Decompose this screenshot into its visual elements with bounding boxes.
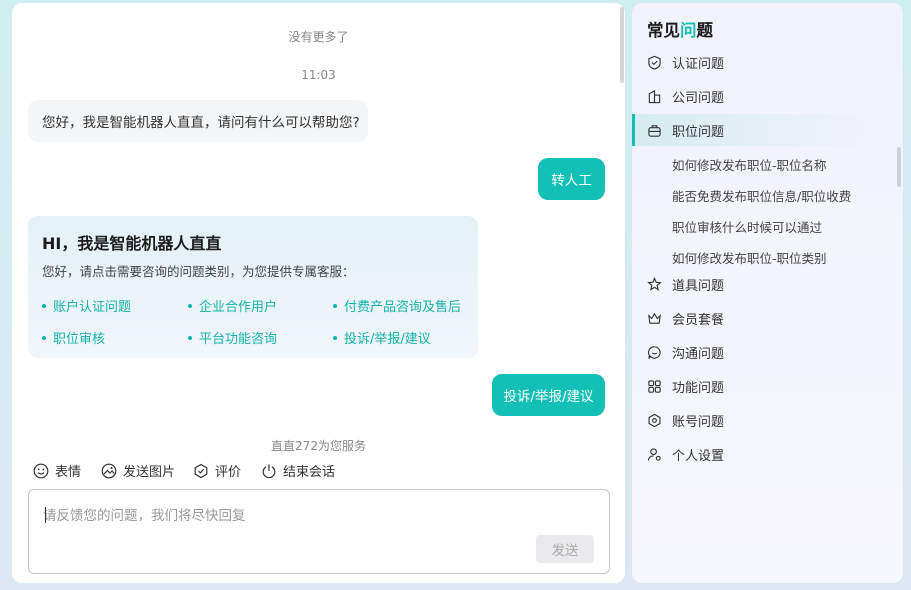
link-label: 平台功能咨询 bbox=[199, 332, 278, 347]
faq-item-label: 功能问题 bbox=[672, 380, 725, 396]
rate-icon bbox=[194, 463, 208, 478]
faq-item-label: 认证问题 bbox=[672, 56, 725, 72]
category-link-complaint[interactable]: 投诉/举报/建议 bbox=[333, 328, 431, 347]
link-label: 付费产品咨询及售后 bbox=[344, 300, 462, 315]
category-link-paid-products[interactable]: 付费产品咨询及售后 bbox=[333, 296, 461, 315]
bot-greeting-message: 您好，我是智能机器人直直，请问有什么可以帮助您? bbox=[28, 100, 368, 142]
card-title: HI，我是智能机器人直直 bbox=[42, 234, 222, 253]
faq-sub-item[interactable]: 职位审核什么时候可以通过 bbox=[672, 217, 822, 236]
faq-title: 常见问题 bbox=[647, 17, 713, 41]
message-input[interactable] bbox=[43, 504, 593, 532]
bullet-dot bbox=[333, 335, 337, 340]
user-gear-icon bbox=[647, 447, 661, 461]
bullet-dot bbox=[333, 303, 337, 308]
power-icon bbox=[262, 464, 276, 478]
rate-label: 评价 bbox=[215, 465, 242, 480]
link-label: 职位审核 bbox=[53, 332, 106, 347]
faq-item-props[interactable]: 道具问题 bbox=[632, 268, 903, 300]
chat-panel: 没有更多了 11:03 您好，我是智能机器人直直，请问有什么可以帮助您? 转人工… bbox=[12, 3, 625, 583]
emoji-label: 表情 bbox=[55, 465, 82, 480]
faq-panel: 常见问题 认证问题 公司问题 职位问题 如何修改发布职位-职位名称 能否免费发布… bbox=[632, 3, 903, 583]
faq-item-company[interactable]: 公司问题 bbox=[632, 80, 903, 112]
hexagon-icon bbox=[648, 413, 661, 427]
end-session-button[interactable]: 结束会话 bbox=[261, 461, 335, 480]
emoji-button[interactable]: 表情 bbox=[33, 461, 81, 480]
link-label: 企业合作用户 bbox=[199, 300, 278, 315]
faq-item-membership[interactable]: 会员套餐 bbox=[632, 302, 903, 334]
faq-item-verification[interactable]: 认证问题 bbox=[632, 46, 903, 78]
message-timestamp: 11:03 bbox=[301, 68, 336, 82]
link-label: 账户认证问题 bbox=[53, 300, 132, 315]
card-description: 您好，请点击需要咨询的问题类别，为您提供专属客服： bbox=[42, 264, 355, 279]
user-message-text: 投诉/举报/建议 bbox=[503, 389, 594, 405]
grid-icon bbox=[648, 379, 661, 393]
crown-icon bbox=[648, 312, 661, 324]
send-image-label: 发送图片 bbox=[123, 465, 176, 480]
end-session-label: 结束会话 bbox=[283, 465, 336, 480]
faq-item-communication[interactable]: 沟通问题 bbox=[632, 336, 903, 368]
shield-icon bbox=[648, 55, 661, 70]
faq-item-account[interactable]: 账号问题 bbox=[632, 404, 903, 436]
faq-item-label: 公司问题 bbox=[672, 90, 725, 106]
user-message-text: 转人工 bbox=[551, 173, 592, 189]
bot-category-card: HI，我是智能机器人直直 您好，请点击需要咨询的问题类别，为您提供专属客服： 账… bbox=[28, 216, 478, 358]
faq-sub-item[interactable]: 如何修改发布职位-职位类别 bbox=[672, 248, 827, 267]
faq-scrollbar[interactable] bbox=[897, 147, 901, 187]
faq-item-job[interactable]: 职位问题 bbox=[632, 114, 903, 146]
faq-item-features[interactable]: 功能问题 bbox=[632, 370, 903, 402]
bullet-dot bbox=[42, 335, 46, 340]
category-link-account-verification[interactable]: 账户认证问题 bbox=[42, 296, 131, 315]
faq-item-label: 账号问题 bbox=[672, 414, 725, 430]
faq-title-suffix: 题 bbox=[696, 21, 714, 40]
briefcase-icon bbox=[648, 124, 661, 137]
faq-title-accent: 问 bbox=[680, 21, 697, 40]
faq-item-personal-settings[interactable]: 个人设置 bbox=[632, 438, 903, 470]
bot-greeting-text: 您好，我是智能机器人直直，请问有什么可以帮助您? bbox=[42, 115, 360, 131]
faq-item-label: 职位问题 bbox=[672, 124, 725, 140]
bullet-dot bbox=[188, 335, 192, 340]
star-tool-icon bbox=[647, 276, 662, 291]
message-input-box: 发送 bbox=[28, 489, 610, 574]
faq-title-prefix: 常见 bbox=[647, 21, 680, 40]
rate-button[interactable]: 评价 bbox=[193, 461, 241, 480]
no-more-notice: 没有更多了 bbox=[288, 30, 349, 44]
link-label: 投诉/举报/建议 bbox=[344, 332, 431, 347]
faq-sub-item[interactable]: 能否免费发布职位信息/职位收费 bbox=[672, 186, 851, 205]
smiley-icon bbox=[33, 463, 49, 478]
bullet-dot bbox=[42, 303, 46, 308]
bullet-dot bbox=[188, 303, 192, 308]
text-caret bbox=[45, 507, 46, 523]
image-icon bbox=[101, 463, 117, 478]
category-link-enterprise[interactable]: 企业合作用户 bbox=[188, 296, 277, 315]
faq-sub-item[interactable]: 如何修改发布职位-职位名称 bbox=[672, 155, 827, 174]
service-agent-notice: 直直272为您服务 bbox=[271, 439, 366, 453]
faq-item-label: 会员套餐 bbox=[672, 312, 725, 328]
category-link-platform-features[interactable]: 平台功能咨询 bbox=[188, 328, 277, 347]
faq-item-label: 个人设置 bbox=[672, 448, 725, 464]
send-button[interactable]: 发送 bbox=[536, 535, 594, 563]
send-image-button[interactable]: 发送图片 bbox=[101, 461, 175, 480]
building-icon bbox=[648, 89, 661, 103]
chat-icon bbox=[648, 345, 661, 359]
user-message-complaint: 投诉/举报/建议 bbox=[492, 374, 605, 416]
user-message-transfer: 转人工 bbox=[538, 158, 605, 200]
faq-item-label: 道具问题 bbox=[672, 278, 725, 294]
category-link-job-review[interactable]: 职位审核 bbox=[42, 328, 105, 347]
faq-item-label: 沟通问题 bbox=[672, 346, 725, 362]
